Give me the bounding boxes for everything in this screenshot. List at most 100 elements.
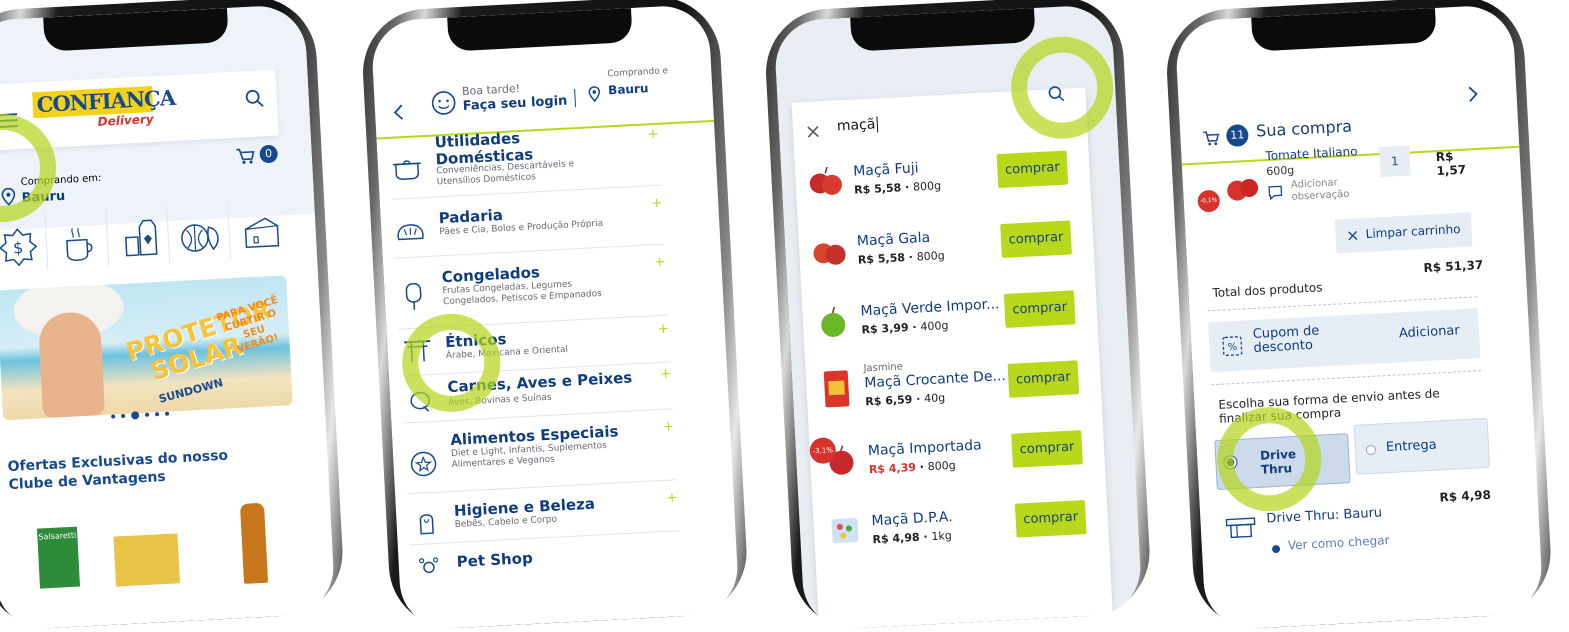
buy-button[interactable]: comprar [1015,500,1087,538]
product-thumb-beer[interactable] [240,503,268,584]
cart-icon[interactable] [235,147,256,166]
header-divider [574,89,576,107]
cart-count-badge: 11 [1226,124,1249,147]
expand-plus-icon[interactable]: + [663,419,675,435]
total-label: Total dos produtos [1212,280,1323,300]
buy-button[interactable]: comprar [1011,430,1083,468]
expand-plus-icon[interactable]: + [660,366,672,382]
user-face-icon[interactable] [430,89,457,116]
apple-red-image [807,164,845,200]
expand-plus-icon[interactable]: + [666,490,678,506]
milk-carton-icon [113,217,169,260]
city-name[interactable]: Bauru [608,81,649,97]
phone-cart: 11 Sua compra Tomate Italiano 600g -0,1%… [1164,0,1554,631]
vegetables-icon [174,214,230,257]
product-thumb-snack[interactable] [113,533,180,586]
clear-cart-button[interactable]: Limpar carrinho [1335,212,1473,253]
star-badge-icon [409,450,438,477]
product-price: R$ 3,99 · 400g [861,319,948,337]
product-name[interactable]: Maçã Importada [868,437,983,459]
discount-badge: -0,1% [1197,190,1220,213]
dollar-badge-icon: $ [0,226,47,269]
candy-pack-image [829,514,861,546]
promo-banner[interactable]: PROTETOR SOLAR SUNDOWN PARA VOCÊ CURTIR … [0,275,293,420]
notch [1251,8,1437,52]
product-row[interactable]: Maçã D.P.A. R$ 4,98 · 1kg comprar [812,485,1109,570]
notch [447,8,633,52]
total-value: R$ 51,37 [1423,258,1483,275]
comment-icon[interactable] [1267,184,1284,201]
item-price: R$ 1,57 [1435,148,1486,179]
product-price: R$ 4,39 · 800g [869,459,956,477]
svg-text:%: % [1227,342,1237,353]
svg-text:$: $ [13,238,24,258]
close-icon [1347,230,1358,241]
expand-plus-icon[interactable]: + [654,255,666,271]
buy-button[interactable]: comprar [1004,290,1076,328]
item-weight: 600g [1266,164,1295,178]
expand-plus-icon[interactable]: + [647,127,659,143]
coffee-cup-icon [52,223,108,266]
banner-tagline: PARA VOCÊ CURTIR O SEU VERÃO! [215,295,290,360]
cart-icon [1202,129,1221,146]
category-breakfast[interactable] [51,209,109,270]
popsicle-icon [404,281,424,312]
location-pin-icon[interactable] [588,86,601,103]
radio-unselected [1366,445,1377,456]
expand-plus-icon[interactable]: + [658,321,670,337]
coupon-label: Cupom de desconto [1252,323,1343,356]
cheese-icon [235,211,291,254]
product-price: R$ 6,59 · 40g [865,391,945,408]
buy-button[interactable]: comprar [1008,360,1080,398]
search-results-panel: maçã Maçã Fuji R$ 5,58 · 800g comprar Ma… [792,87,1114,630]
category-title: Pet Shop [456,549,533,571]
delivery-option[interactable]: Entrega [1354,418,1490,475]
product-name[interactable]: Maçã D.P.A. [871,509,953,529]
drive-thru-icon [1224,516,1257,542]
category-dairy[interactable] [112,205,170,266]
add-note-link[interactable]: Adicionar observação [1291,176,1372,204]
cart-screen: 11 Sua compra Tomate Italiano 600g -0,1%… [1174,4,1543,631]
directions-link[interactable]: Ver como chegar [1288,533,1390,552]
paw-icon [416,552,441,575]
expand-plus-icon[interactable]: + [651,196,663,212]
home-screen: CONFIANÇA Delivery Comprando em: Bauru 0… [0,4,336,631]
phone-home: CONFIANÇA Delivery Comprando em: Bauru 0… [0,0,346,631]
notch [850,8,1036,52]
pot-icon [391,153,422,181]
coupon-row[interactable]: % Cupom de desconto Adicionar [1208,308,1480,372]
buying-label: Comprando e [607,66,668,79]
beauty-icon [414,509,439,536]
product-brand: Jasmine [863,361,903,374]
apple-gala-image [811,234,849,270]
category-cheese[interactable] [234,199,291,260]
chevron-right-icon[interactable] [1468,86,1479,103]
search-input[interactable]: maçã [836,116,877,134]
drive-thru-price: R$ 4,98 [1439,488,1491,505]
section-title: Ofertas Exclusivas do nosso Clube de Van… [7,444,279,494]
map-dot-icon [1272,545,1280,553]
results-list: Maçã Fuji R$ 5,58 · 800g comprar Maçã Ga… [794,135,1110,570]
product-price: R$ 5,58 · 800g [854,179,941,197]
search-icon[interactable] [244,88,265,109]
back-arrow-icon[interactable] [393,104,404,121]
tomato-image [1224,173,1262,205]
category-produce[interactable] [173,202,231,263]
cart-title: Sua compra [1256,117,1353,141]
divider [1207,296,1477,311]
bread-icon [395,220,426,244]
quantity-stepper[interactable]: 1 [1379,146,1411,178]
phone-categories: Boa tarde! Faça seu login Comprando e Ba… [360,0,750,631]
product-name[interactable]: Maçã Fuji [853,160,919,179]
close-icon[interactable] [807,125,820,138]
apple-green-image [814,304,852,340]
buy-button[interactable]: comprar [997,151,1069,189]
search-icon[interactable] [1047,85,1066,104]
phone-search: maçã Maçã Fuji R$ 5,58 · 800g comprar Ma… [763,0,1153,631]
coupon-add-button[interactable]: Adicionar [1399,323,1460,341]
product-thumb-salsaretti[interactable]: Salsaretti [37,527,80,589]
product-name[interactable]: Maçã Verde Impor... [860,296,1000,319]
product-name[interactable]: Maçã Gala [857,230,931,250]
product-price: R$ 5,58 · 800g [858,249,945,267]
buy-button[interactable]: comprar [1000,220,1072,258]
